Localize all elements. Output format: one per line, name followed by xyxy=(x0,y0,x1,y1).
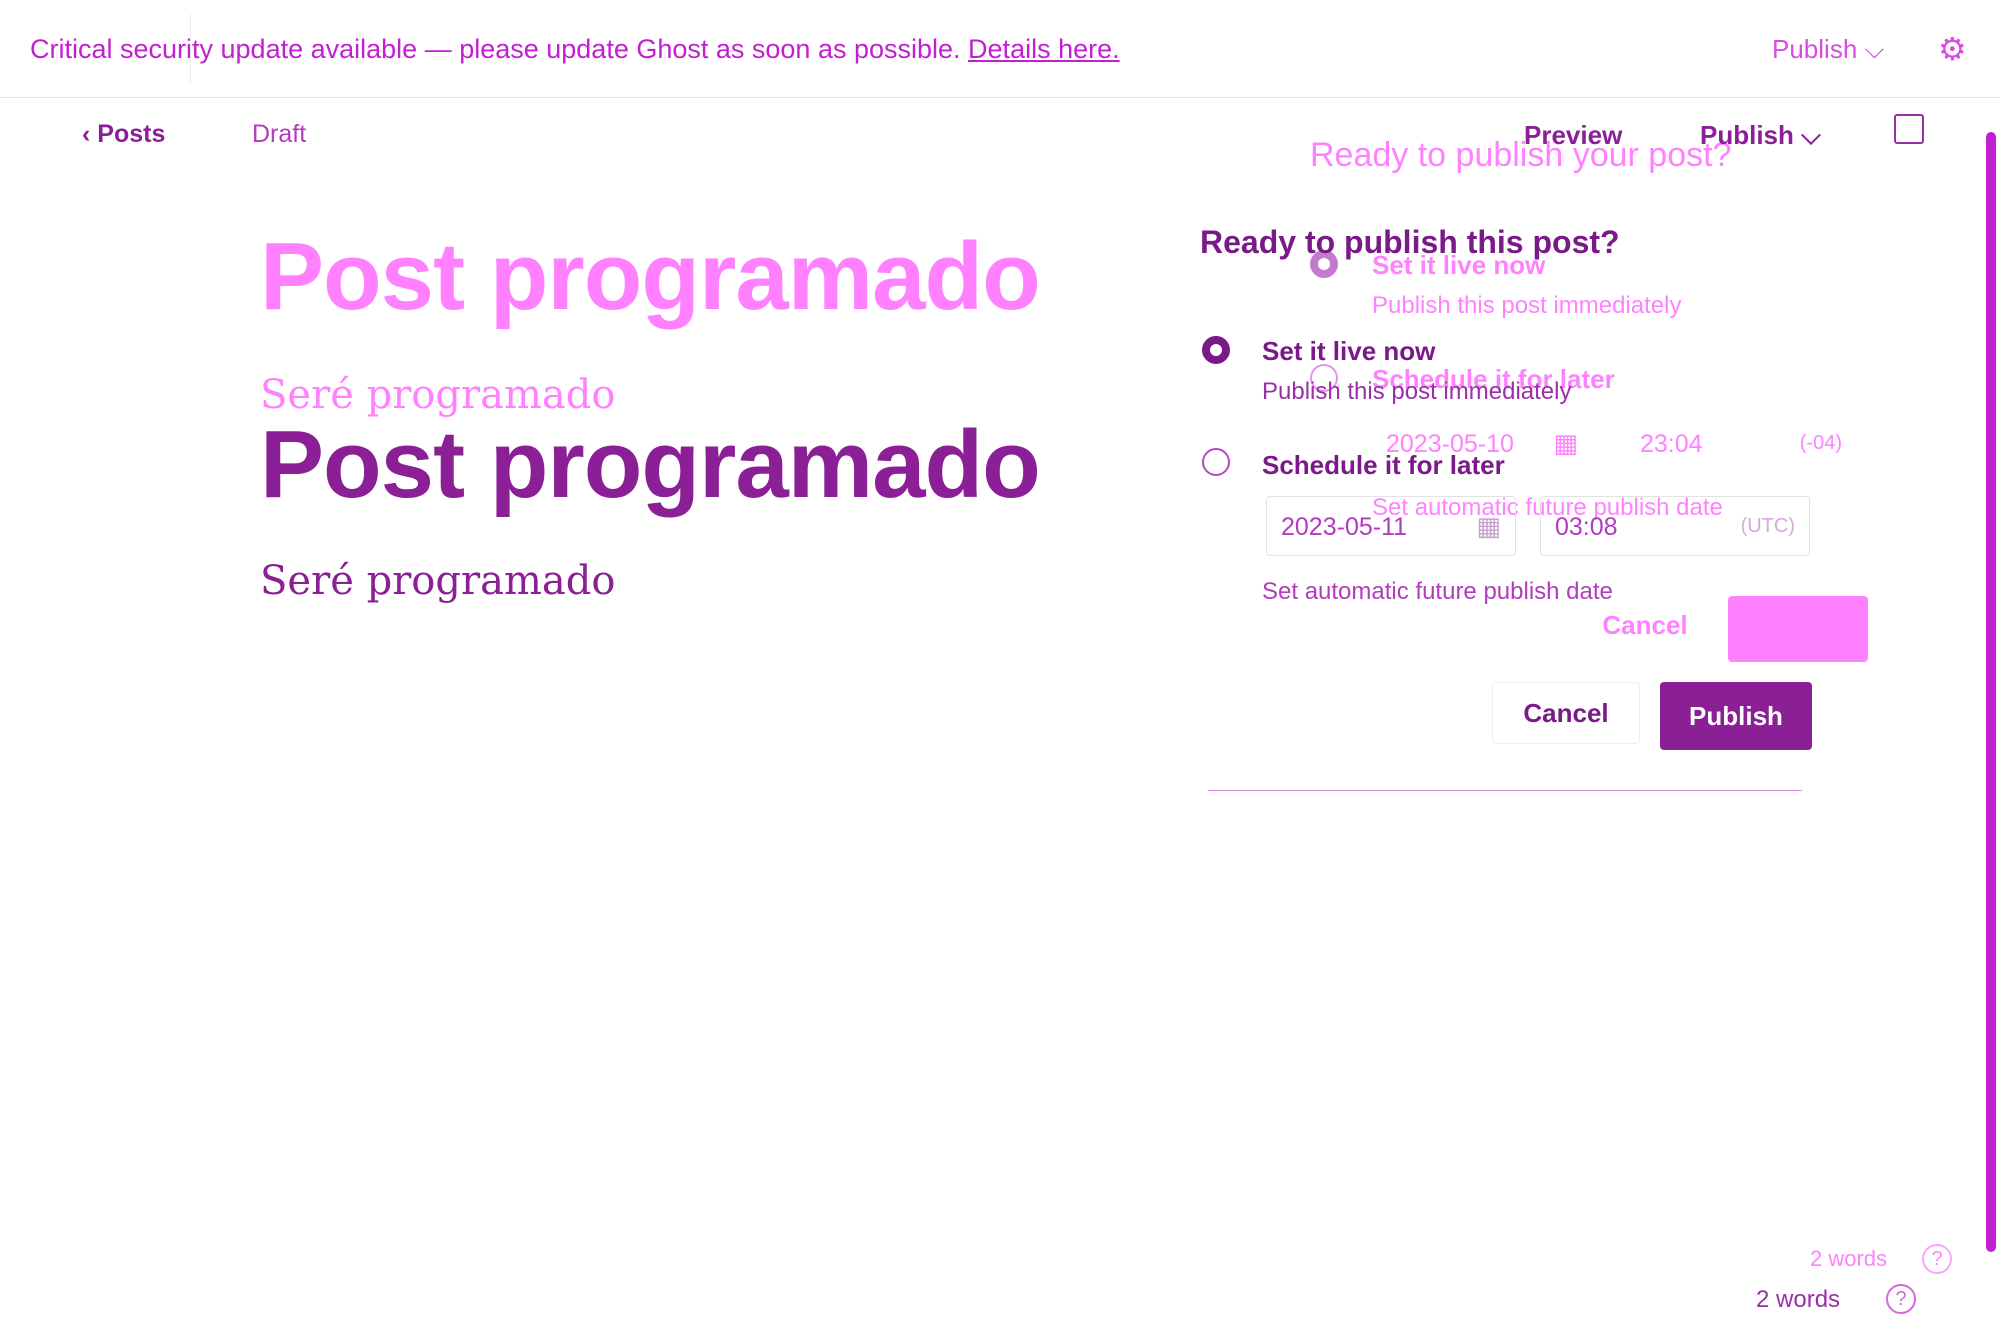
publish-button[interactable]: Publish xyxy=(1660,682,1812,750)
radio-set-live-now[interactable] xyxy=(1202,336,1230,364)
post-title-ghost: Post programado xyxy=(260,223,1041,330)
editor-scrollbar[interactable] xyxy=(1986,132,1996,1252)
publish-button-ghost: Publish xyxy=(1728,596,1868,662)
post-status: Draft xyxy=(252,120,307,148)
popover-divider xyxy=(1208,790,1802,791)
publish-title-ghost: Ready to publish your post? xyxy=(1310,136,1732,174)
publish-trigger-label: Publish xyxy=(1700,120,1794,150)
back-to-posts-link[interactable]: ‹ Posts xyxy=(82,120,165,149)
radio-schedule-later[interactable] xyxy=(1202,448,1230,476)
help-icon[interactable]: ? xyxy=(1886,1284,1916,1314)
post-excerpt[interactable]: Seré programado xyxy=(260,558,615,604)
schedule-time-value: 03:08 xyxy=(1555,513,1618,541)
cancel-button-ghost: Cancel xyxy=(1602,610,1688,640)
sidebar-toggle-icon[interactable] xyxy=(1894,114,1924,144)
ghost-overlay: Post programado Seré programado Ready to… xyxy=(0,0,2000,1320)
option-later-description: Set automatic future publish date xyxy=(1262,578,1613,605)
time-field-ghost: 23:04 (-04) xyxy=(1626,414,1856,474)
word-count-ghost: 2 words xyxy=(1810,1246,1888,1271)
preview-button[interactable]: Preview xyxy=(1524,120,1622,151)
back-label: Posts xyxy=(97,120,166,148)
schedule-date-value: 2023-05-11 xyxy=(1281,513,1408,541)
chevron-left-icon: ‹ xyxy=(82,120,91,148)
option-later-label[interactable]: Schedule it for later xyxy=(1262,450,1505,481)
publish-menu-title: Ready to publish this post? xyxy=(1200,224,1620,260)
calendar-icon[interactable]: ▦ xyxy=(1476,511,1501,542)
option-now-desc-ghost: Publish this post immediately xyxy=(1372,292,1682,319)
option-now-description: Publish this post immediately xyxy=(1262,378,1572,405)
schedule-time-input[interactable]: 03:08 (UTC) xyxy=(1540,496,1810,556)
calendar-icon: ▦ xyxy=(1553,428,1578,458)
cancel-button[interactable]: Cancel xyxy=(1492,682,1640,744)
help-icon-ghost: ? xyxy=(1922,1244,1952,1274)
option-now-label[interactable]: Set it live now xyxy=(1262,336,1435,367)
publish-menu-trigger[interactable]: Publish ⌵ xyxy=(1700,120,1821,152)
timezone-ghost: (-04) xyxy=(1799,432,1842,454)
timezone-label: (UTC) xyxy=(1740,515,1795,537)
post-title[interactable]: Post programado xyxy=(260,410,1041,520)
schedule-date-input[interactable]: 2023-05-11 ▦ xyxy=(1266,496,1516,556)
word-count: 2 words xyxy=(1756,1286,1841,1313)
chevron-down-icon: ⌵ xyxy=(1801,120,1821,150)
time-value-ghost: 23:04 xyxy=(1640,430,1703,458)
